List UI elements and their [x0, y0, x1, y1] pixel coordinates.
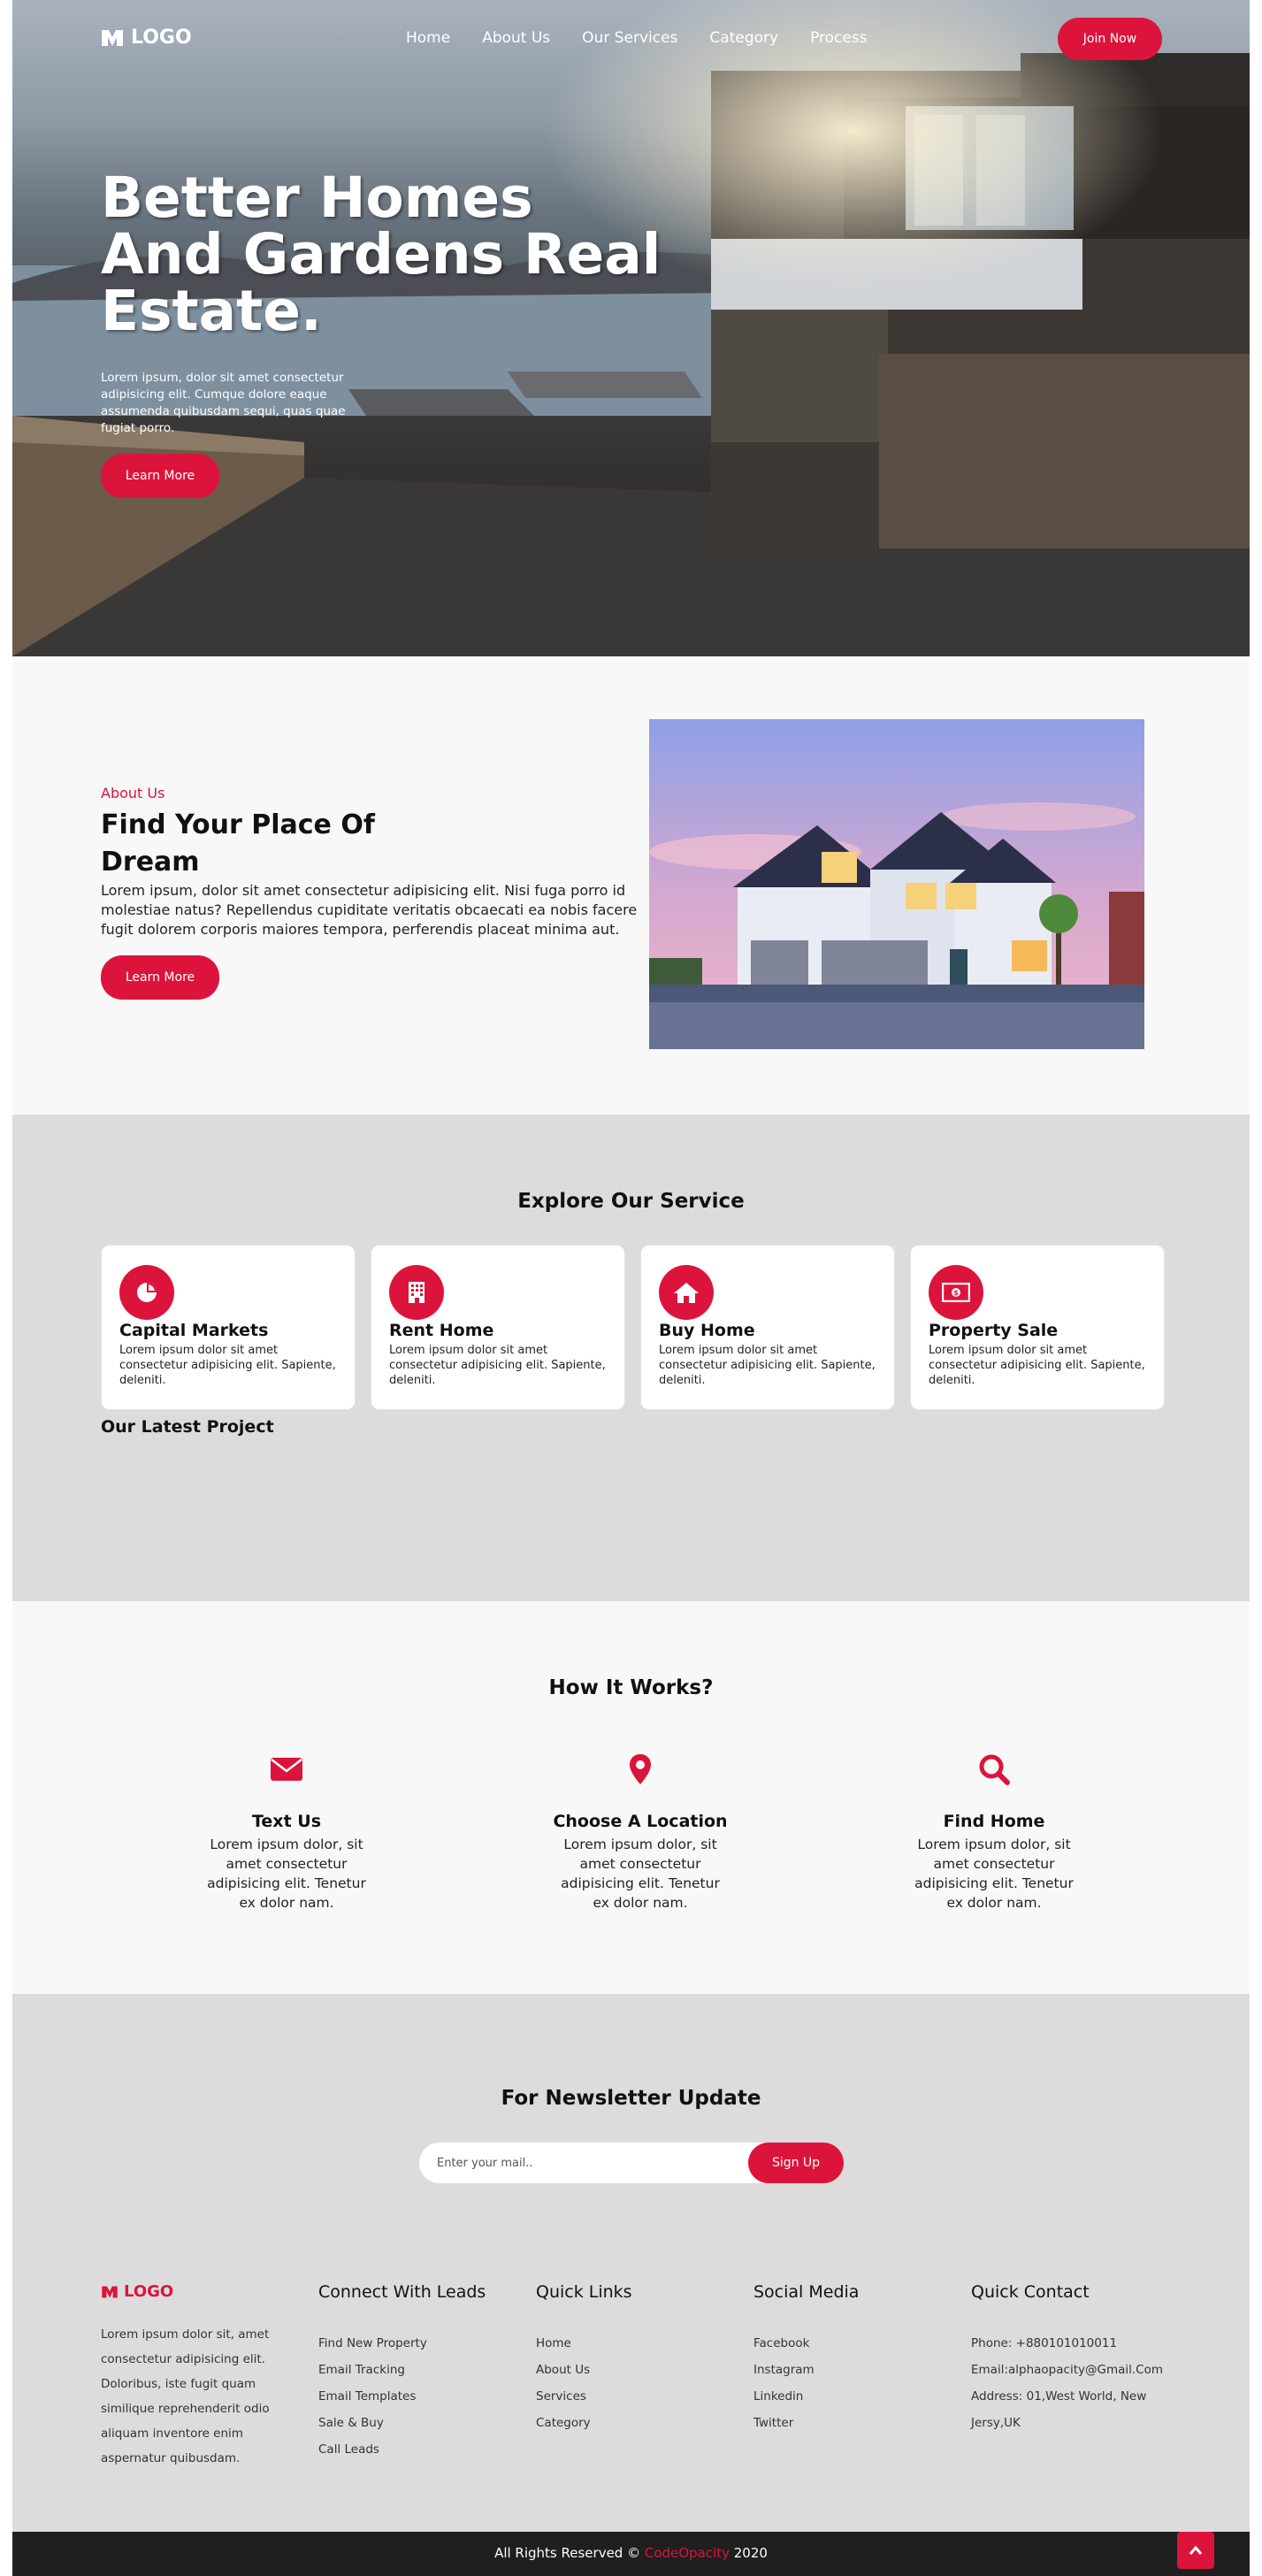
footer-link[interactable]: Find New Property	[318, 2330, 513, 2357]
footer-logo[interactable]: LOGO	[101, 2282, 295, 2301]
about-learn-more-button[interactable]: Learn More	[101, 955, 219, 1000]
copyright-year: 2020	[733, 2545, 768, 2561]
building-icon	[389, 1265, 444, 1320]
footer-link[interactable]: Email Templates	[318, 2383, 513, 2410]
step-text-us: Text Us Lorem ipsum dolor, sit amet cons…	[189, 1752, 384, 1913]
copyright-prefix: All Rights Reserved ©	[494, 2545, 641, 2561]
envelope-icon	[269, 1752, 304, 1787]
header-logo[interactable]: LOGO	[101, 27, 192, 49]
step-text: Lorem ipsum dolor, sit amet consectetur …	[914, 1836, 1074, 1911]
copyright-brand-link[interactable]: CodeOpacity	[645, 2545, 730, 2561]
footer-link[interactable]: Instagram	[753, 2357, 948, 2383]
hero-text: Lorem ipsum, dolor sit amet consectetur …	[101, 371, 346, 435]
footer-link[interactable]: About Us	[536, 2357, 730, 2383]
about-section: About Us Find Your Place Of Dream Lorem …	[12, 656, 1250, 1115]
copyright: All Rights Reserved © CodeOpacity 2020	[12, 2545, 1250, 2561]
footer-column-connect: Connect With Leads Find New Property Ema…	[318, 2282, 513, 2463]
footer-column-title: Quick Links	[536, 2282, 632, 2302]
footer-contact-item: Phone: +880101010011	[971, 2336, 1118, 2350]
newsletter-title: For Newsletter Update	[501, 2087, 761, 2110]
service-card-capital-markets[interactable]: Capital Markets Lorem ipsum dolor sit am…	[101, 1245, 356, 1410]
home-icon	[659, 1265, 714, 1320]
search-icon	[976, 1752, 1012, 1787]
nav-about-us[interactable]: About Us	[482, 29, 550, 47]
step-title: Text Us	[251, 1812, 321, 1831]
service-card-rent-home[interactable]: Rent Home Lorem ipsum dolor sit amet con…	[371, 1245, 625, 1410]
footer-logo-text: LOGO	[124, 2282, 174, 2301]
footer-column-title: Quick Contact	[971, 2282, 1090, 2302]
logo-icon	[102, 2285, 118, 2298]
svg-text:$: $	[953, 1289, 959, 1297]
join-now-button[interactable]: Join Now	[1058, 18, 1162, 60]
footer-contact-item: Email:alphaopacity@Gmail.Com	[971, 2363, 1163, 2377]
pie-chart-icon	[119, 1265, 174, 1320]
footer-about-text: Lorem ipsum dolor sit, amet consectetur …	[101, 2327, 270, 2465]
bottom-bar: All Rights Reserved © CodeOpacity 2020	[12, 2532, 1250, 2576]
step-text: Lorem ipsum dolor, sit amet consectetur …	[561, 1836, 720, 1911]
about-title: Find Your Place Of Dream	[101, 809, 375, 878]
service-card-title: Rent Home	[389, 1321, 494, 1340]
step-title: Find Home	[943, 1812, 1045, 1831]
map-marker-icon	[623, 1752, 658, 1787]
footer-about-column: LOGO Lorem ipsum dolor sit, amet consect…	[101, 2282, 295, 2471]
footer-contact-item: Address: 01,West World, New Jersy,UK	[971, 2389, 1147, 2430]
newsletter-form: Sign Up	[419, 2143, 844, 2183]
service-cards: Capital Markets Lorem ipsum dolor sit am…	[101, 1245, 1165, 1410]
nav-home[interactable]: Home	[406, 29, 450, 47]
footer-link[interactable]: Services	[536, 2383, 730, 2410]
service-card-title: Property Sale	[929, 1321, 1059, 1340]
footer-link[interactable]: Sale & Buy	[318, 2410, 513, 2436]
logo-text: LOGO	[131, 27, 192, 49]
service-card-text: Lorem ipsum dolor sit amet consectetur a…	[389, 1344, 606, 1387]
scroll-to-top-button[interactable]	[1177, 2532, 1214, 2569]
footer-column-social: Social Media Facebook Instagram Linkedin…	[753, 2282, 948, 2436]
about-eyebrow: About Us	[101, 785, 165, 801]
about-text: Lorem ipsum, dolor sit amet consectetur …	[101, 882, 638, 938]
footer-link[interactable]: Facebook	[753, 2330, 948, 2357]
footer-column-contact: Quick Contact Phone: +880101010011 Email…	[971, 2282, 1166, 2436]
step-title: Choose A Location	[553, 1812, 728, 1831]
service-card-text: Lorem ipsum dolor sit amet consectetur a…	[659, 1344, 876, 1387]
newsletter-footer-section: For Newsletter Update Sign Up LOGO Lorem…	[12, 1994, 1250, 2532]
how-it-works-section: How It Works? Text Us Lorem ipsum dolor,…	[12, 1601, 1250, 1994]
service-card-title: Buy Home	[659, 1321, 755, 1340]
service-card-buy-home[interactable]: Buy Home Lorem ipsum dolor sit amet cons…	[640, 1245, 895, 1410]
step-text: Lorem ipsum dolor, sit amet consectetur …	[207, 1836, 366, 1911]
service-card-text: Lorem ipsum dolor sit amet consectetur a…	[929, 1344, 1145, 1387]
main-nav: Home About Us Our Services Category Proc…	[406, 29, 868, 47]
footer-column-title: Social Media	[753, 2282, 860, 2302]
footer-column-title: Connect With Leads	[318, 2282, 486, 2302]
hero-title: Better Homes And Gardens Real Estate.	[101, 165, 662, 343]
footer-link[interactable]: Linkedin	[753, 2383, 948, 2410]
footer-link[interactable]: Category	[536, 2410, 730, 2436]
latest-project-title: Our Latest Project	[101, 1417, 274, 1437]
services-title: Explore Our Service	[517, 1190, 745, 1213]
footer-link[interactable]: Twitter	[753, 2410, 948, 2436]
footer-link[interactable]: Email Tracking	[318, 2357, 513, 2383]
service-card-title: Capital Markets	[119, 1321, 269, 1340]
step-choose-location: Choose A Location Lorem ipsum dolor, sit…	[543, 1752, 738, 1913]
money-bill-icon: $	[929, 1265, 983, 1320]
service-card-text: Lorem ipsum dolor sit amet consectetur a…	[119, 1344, 336, 1387]
house-image	[649, 719, 1144, 1049]
sign-up-button[interactable]: Sign Up	[748, 2143, 844, 2183]
nav-category[interactable]: Category	[709, 29, 778, 47]
step-find-home: Find Home Lorem ipsum dolor, sit amet co…	[897, 1752, 1091, 1913]
services-section: Explore Our Service Capital Markets Lore…	[12, 1115, 1250, 1601]
footer-link[interactable]: Home	[536, 2330, 730, 2357]
service-card-property-sale[interactable]: $ Property Sale Lorem ipsum dolor sit am…	[910, 1245, 1165, 1410]
email-input[interactable]	[437, 2143, 729, 2183]
footer-column-quick-links: Quick Links Home About Us Services Categ…	[536, 2282, 730, 2436]
logo-icon	[102, 29, 123, 46]
nav-our-services[interactable]: Our Services	[582, 29, 677, 47]
how-title: How It Works?	[548, 1676, 714, 1699]
footer-link[interactable]: Call Leads	[318, 2436, 513, 2463]
nav-process[interactable]: Process	[810, 29, 868, 47]
hero-learn-more-button[interactable]: Learn More	[101, 454, 219, 498]
chevron-up-icon	[1189, 2545, 1203, 2555]
hero-section: LOGO Home About Us Our Services Category…	[12, 0, 1250, 656]
